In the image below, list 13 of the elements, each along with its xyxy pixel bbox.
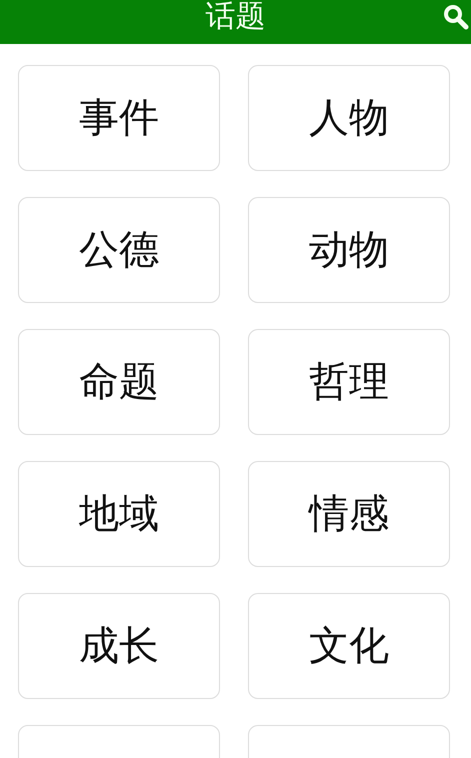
topic-card[interactable]: 情感 [248,461,450,567]
topic-card[interactable]: 人物 [248,65,450,171]
page-title: 话题 [206,0,266,34]
topic-card[interactable]: 成长 [18,593,220,699]
topic-card[interactable]: 命题 [18,329,220,435]
topic-card[interactable]: 地域 [18,461,220,567]
topic-card[interactable]: 动物 [248,197,450,303]
search-icon [443,4,469,30]
topic-card[interactable]: 文化 [248,593,450,699]
topic-card[interactable]: 哲理 [248,329,450,435]
topic-card[interactable]: 公德 [18,197,220,303]
search-button[interactable] [443,4,469,30]
topic-card[interactable]: 事件 [18,65,220,171]
